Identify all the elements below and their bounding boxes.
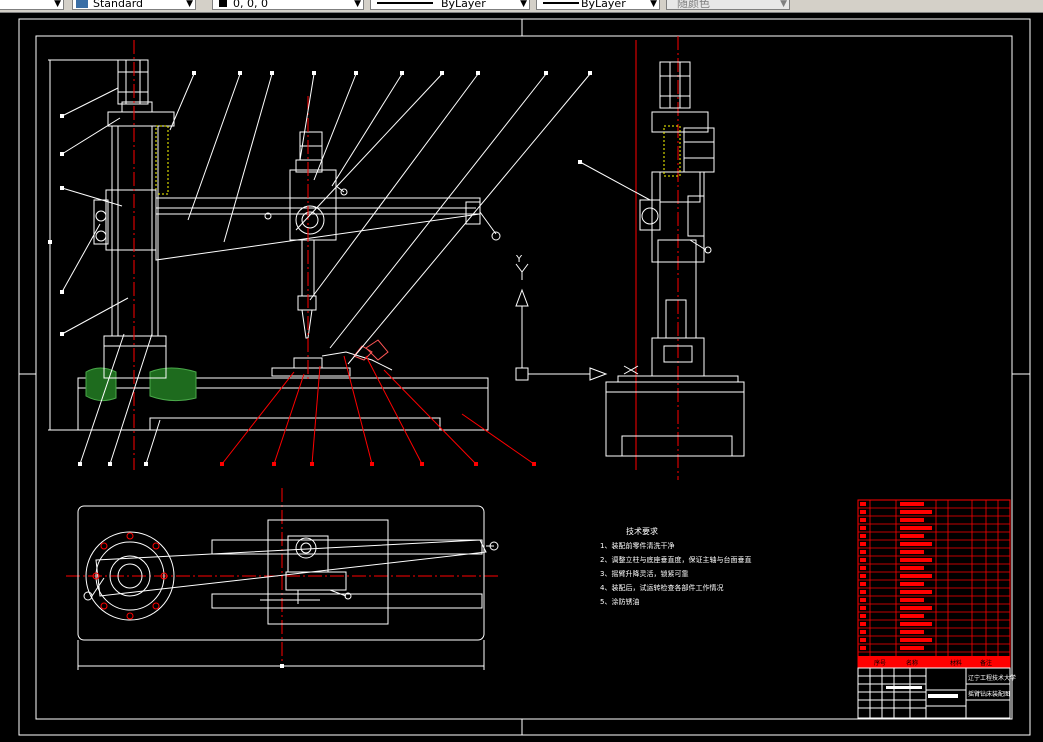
side-view	[605, 61, 745, 457]
linetype-preview	[377, 2, 433, 4]
drawing-svg[interactable]: 技术要求 1、装配前零件清洗干净 2、调整立柱与底座垂直度，保证主轴与台面垂直 …	[0, 13, 1043, 742]
linetype-dropdown[interactable]: ByLayer ▼	[370, 0, 530, 10]
technical-notes: 技术要求 1、装配前零件清洗干净 2、调整立柱与底座垂直度，保证主轴与台面垂直 …	[600, 526, 751, 606]
color-swatch-icon	[219, 0, 227, 7]
chevron-down-icon: ▼	[520, 0, 527, 9]
chevron-down-icon: ▼	[186, 0, 193, 9]
chevron-down-icon: ▼	[54, 0, 61, 9]
tech-title: 技术要求	[626, 526, 658, 536]
drawing-canvas[interactable]: 技术要求 1、装配前零件清洗干净 2、调整立柱与底座垂直度，保证主轴与台面垂直 …	[0, 13, 1043, 742]
ucs-icon	[515, 263, 608, 381]
bom-header-4: 备注	[980, 659, 992, 667]
bom-table: 序号 名称 材料 备注	[857, 499, 1011, 669]
lineweight-preview	[543, 2, 579, 4]
tech-note-3: 3、摇臂升降灵活，锁紧可靠	[600, 569, 688, 578]
text-style-icon	[76, 0, 88, 8]
chevron-down-icon: ▼	[354, 0, 361, 9]
layer-dropdown[interactable]: ▼	[0, 0, 64, 10]
leaders-top	[61, 73, 651, 465]
tech-note-4: 4、装配后，试运转检查各部件工作情况	[600, 583, 723, 592]
bom-header-2: 名称	[906, 659, 918, 667]
tech-note-2: 2、调整立柱与底座垂直度，保证主轴与台面垂直	[600, 555, 751, 564]
bom-header-1: 序号	[874, 659, 886, 667]
text-style-dropdown[interactable]: Standard ▼	[72, 0, 196, 10]
ucs-y-label: Y	[515, 254, 523, 265]
lineweight-value: ByLayer	[581, 0, 626, 10]
bom-header-3: 材料	[950, 659, 962, 667]
leaders-bottom	[221, 355, 535, 465]
front-view	[48, 59, 501, 431]
plotstyle-dropdown[interactable]: 随颜色 ▼	[666, 0, 790, 10]
chevron-down-icon: ▼	[780, 0, 787, 9]
drawing-name: 摇臂钻床装配图	[968, 690, 1010, 698]
color-dropdown[interactable]: 0, 0, 0 ▼	[212, 0, 364, 10]
tech-note-1: 1、装配前零件清洗干净	[600, 541, 674, 550]
top-view	[77, 505, 499, 670]
school-name: 辽宁工程技术大学	[968, 674, 1016, 682]
plotstyle-value: 随颜色	[677, 0, 710, 10]
tech-note-5: 5、涂防锈油	[600, 597, 639, 606]
lineweight-dropdown[interactable]: ByLayer ▼	[536, 0, 660, 10]
properties-toolbar: ▼ Standard ▼ 0, 0, 0 ▼ ByLayer ▼ ByLayer…	[0, 0, 1043, 13]
chevron-down-icon: ▼	[650, 0, 657, 9]
linetype-value: ByLayer	[441, 0, 486, 10]
color-value: 0, 0, 0	[233, 0, 268, 10]
text-style-value: Standard	[93, 0, 144, 10]
